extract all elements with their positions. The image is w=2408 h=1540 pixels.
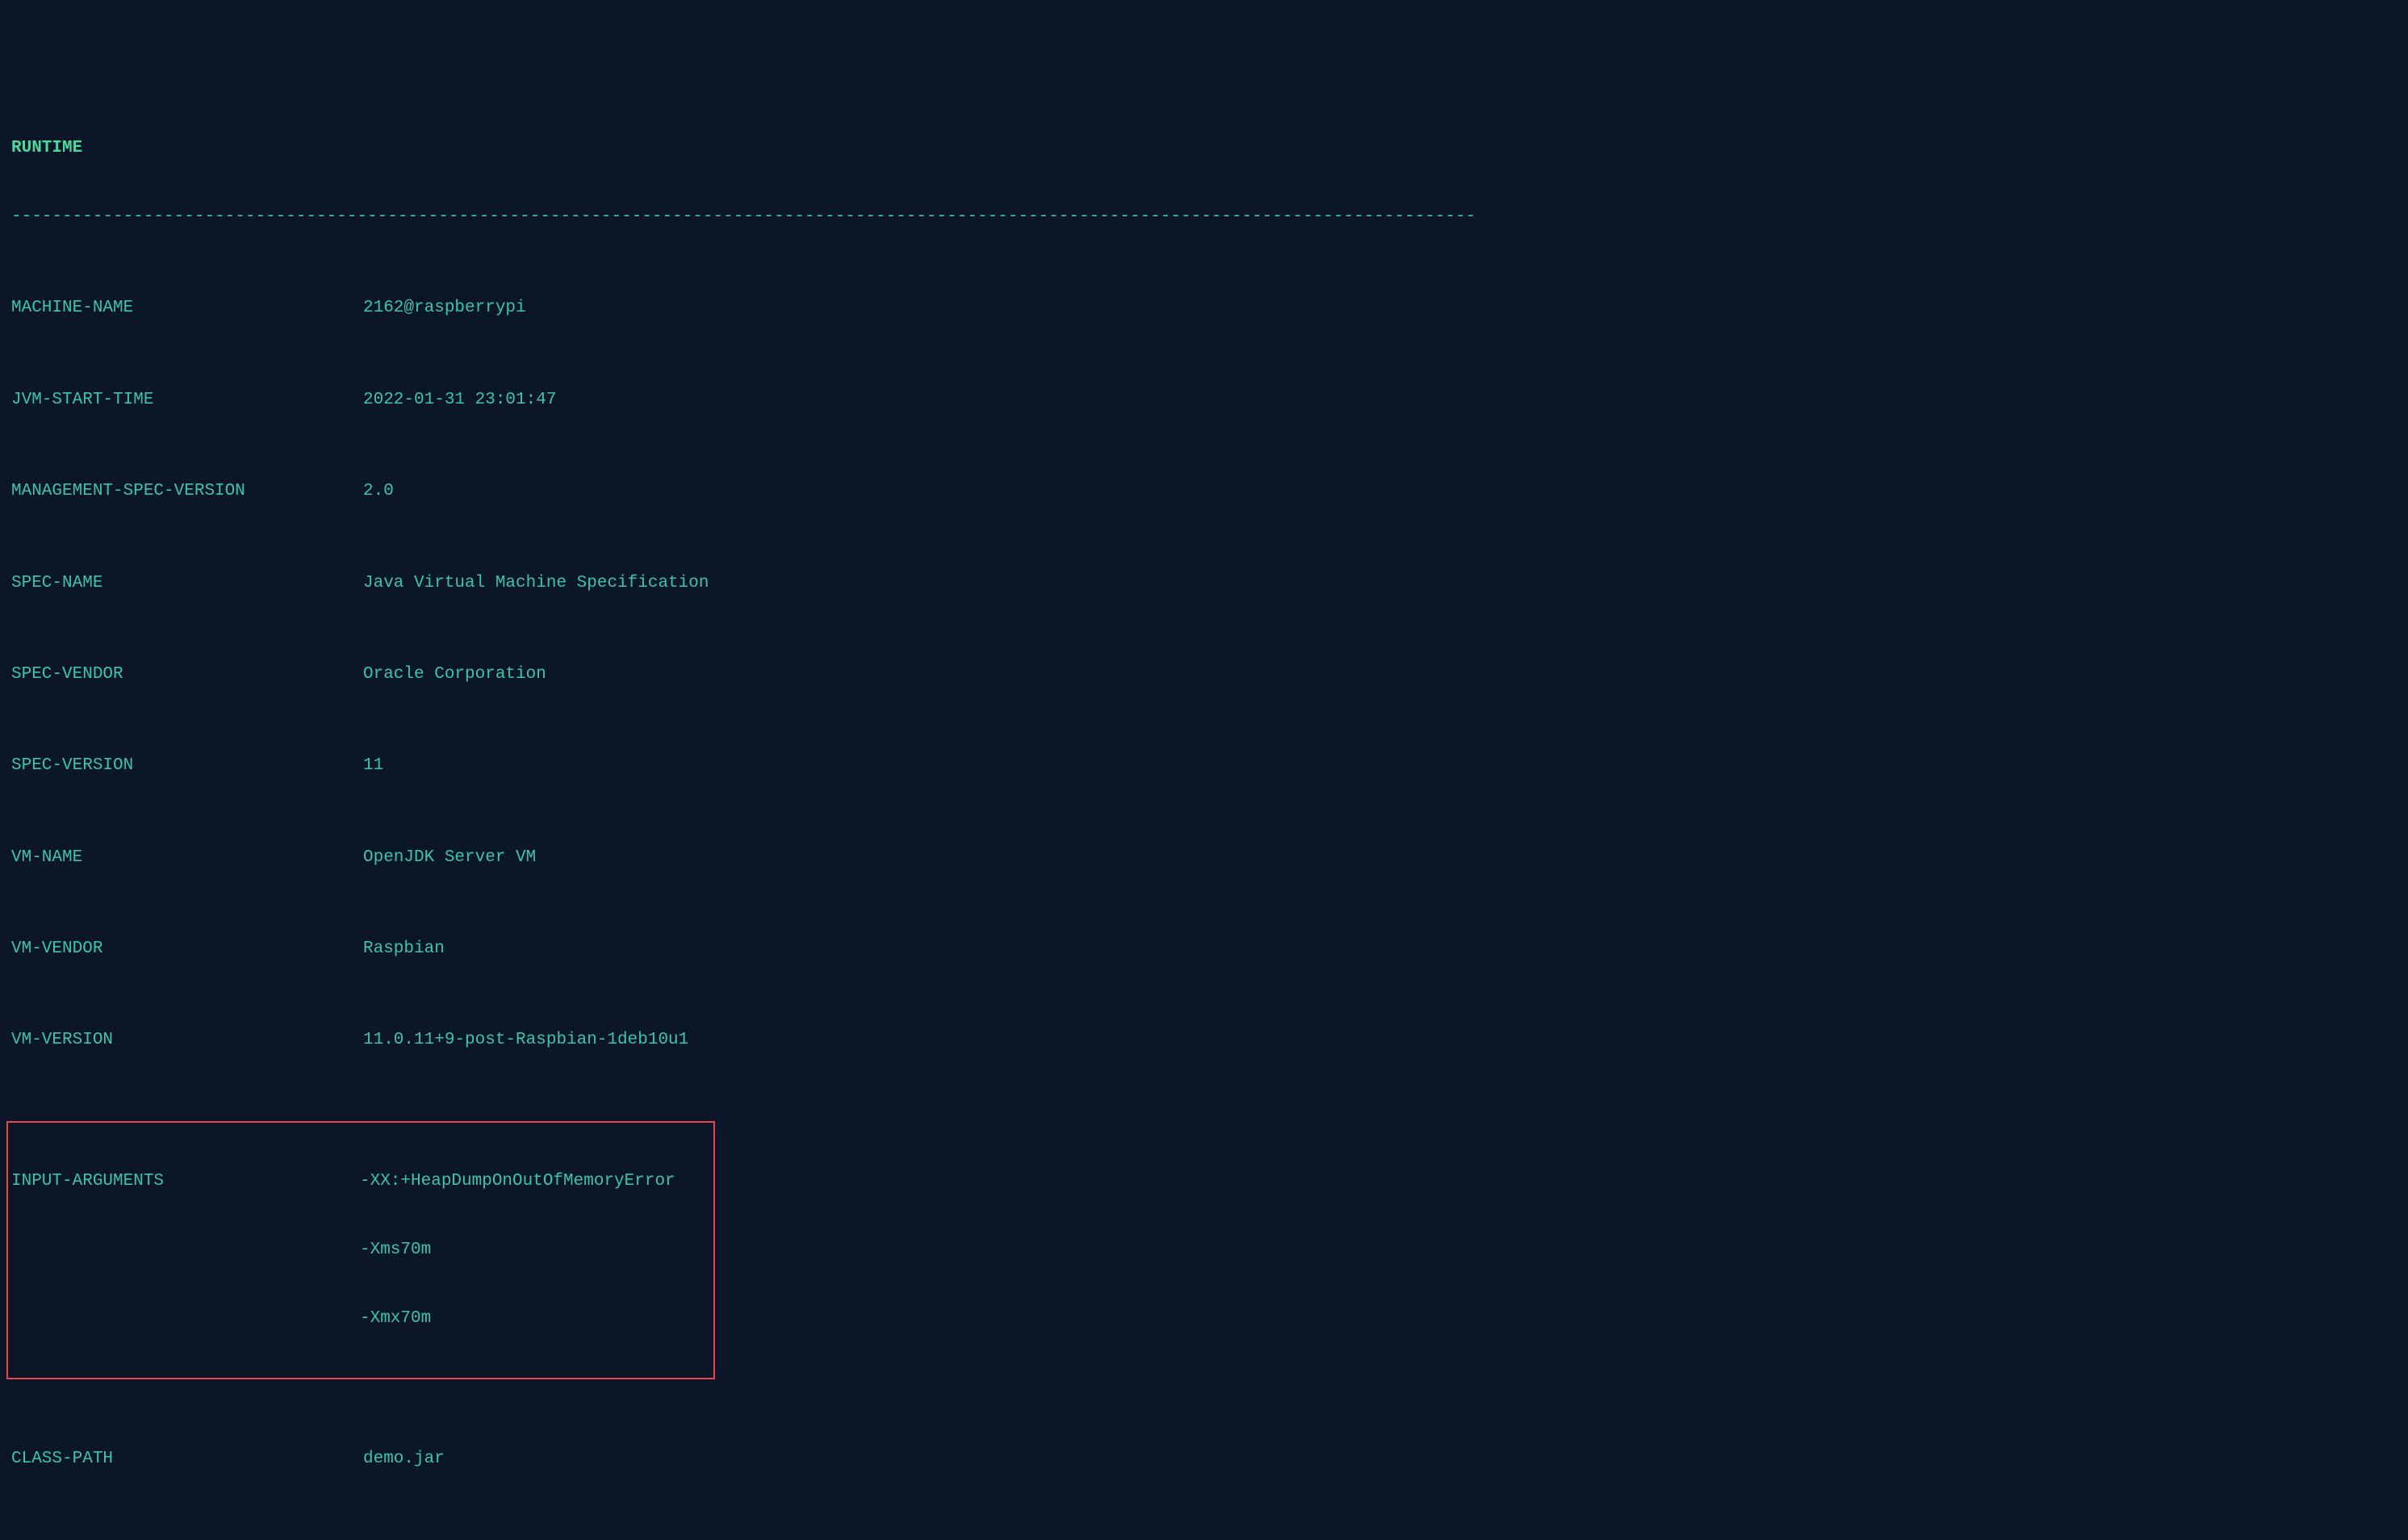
key-spec-version: SPEC-VERSION bbox=[11, 755, 363, 777]
value-spec-vendor: Oracle Corporation bbox=[363, 663, 2408, 686]
runtime-row-spec-version: SPEC-VERSION 11 bbox=[0, 755, 2408, 777]
runtime-row-input-arguments: INPUT-ARGUMENTS -XX:+HeapDumpOnOutOfMemo… bbox=[8, 1170, 713, 1193]
runtime-row-vm-name: VM-NAME OpenJDK Server VM bbox=[0, 847, 2408, 869]
runtime-row-spec-vendor: SPEC-VENDOR Oracle Corporation bbox=[0, 663, 2408, 686]
section-divider: ----------------------------------------… bbox=[0, 206, 2408, 228]
key-jvm-start-time: JVM-START-TIME bbox=[11, 389, 363, 412]
value-machine-name: 2162@raspberrypi bbox=[363, 297, 2408, 320]
key-vm-vendor: VM-VENDOR bbox=[11, 938, 363, 960]
runtime-row-boot-class-path: BOOT-CLASS-PATH bbox=[0, 1539, 2408, 1540]
key-vm-version: VM-VERSION bbox=[11, 1029, 363, 1052]
runtime-row-vm-version: VM-VERSION 11.0.11+9-post-Raspbian-1deb1… bbox=[0, 1029, 2408, 1052]
value-input-arguments-3: -Xmx70m bbox=[360, 1308, 713, 1330]
key-vm-name: VM-NAME bbox=[11, 847, 363, 869]
key-blank-1 bbox=[11, 1239, 360, 1262]
key-spec-name: SPEC-NAME bbox=[11, 572, 363, 595]
key-boot-class-path: BOOT-CLASS-PATH bbox=[11, 1539, 363, 1540]
value-management-spec-version: 2.0 bbox=[363, 480, 2408, 503]
value-input-arguments-2: -Xms70m bbox=[360, 1239, 713, 1262]
value-spec-name: Java Virtual Machine Specification bbox=[363, 572, 2408, 595]
runtime-row-spec-name: SPEC-NAME Java Virtual Machine Specifica… bbox=[0, 572, 2408, 595]
key-management-spec-version: MANAGEMENT-SPEC-VERSION bbox=[11, 480, 363, 503]
value-class-path: demo.jar bbox=[363, 1448, 2408, 1471]
key-blank-2 bbox=[11, 1308, 360, 1330]
runtime-row-machine-name: MACHINE-NAME 2162@raspberrypi bbox=[0, 297, 2408, 320]
runtime-section: RUNTIME --------------------------------… bbox=[0, 91, 2408, 1540]
runtime-row-input-arguments-3: -Xmx70m bbox=[8, 1308, 713, 1330]
value-spec-version: 11 bbox=[363, 755, 2408, 777]
runtime-row-class-path: CLASS-PATH demo.jar bbox=[0, 1448, 2408, 1471]
runtime-row-input-arguments-2: -Xms70m bbox=[8, 1239, 713, 1262]
value-jvm-start-time: 2022-01-31 23:01:47 bbox=[363, 389, 2408, 412]
key-class-path: CLASS-PATH bbox=[11, 1448, 363, 1471]
value-vm-vendor: Raspbian bbox=[363, 938, 2408, 960]
highlight-input-arguments: INPUT-ARGUMENTS -XX:+HeapDumpOnOutOfMemo… bbox=[6, 1121, 715, 1379]
key-spec-vendor: SPEC-VENDOR bbox=[11, 663, 363, 686]
value-input-arguments-1: -XX:+HeapDumpOnOutOfMemoryError bbox=[360, 1170, 713, 1193]
runtime-row-jvm-start-time: JVM-START-TIME 2022-01-31 23:01:47 bbox=[0, 389, 2408, 412]
value-vm-name: OpenJDK Server VM bbox=[363, 847, 2408, 869]
runtime-row-management-spec-version: MANAGEMENT-SPEC-VERSION 2.0 bbox=[0, 480, 2408, 503]
runtime-row-vm-vendor: VM-VENDOR Raspbian bbox=[0, 938, 2408, 960]
value-vm-version: 11.0.11+9-post-Raspbian-1deb10u1 bbox=[363, 1029, 2408, 1052]
key-machine-name: MACHINE-NAME bbox=[11, 297, 363, 320]
key-input-arguments: INPUT-ARGUMENTS bbox=[11, 1170, 360, 1193]
section-header: RUNTIME bbox=[0, 137, 2408, 160]
value-boot-class-path bbox=[363, 1539, 2408, 1540]
